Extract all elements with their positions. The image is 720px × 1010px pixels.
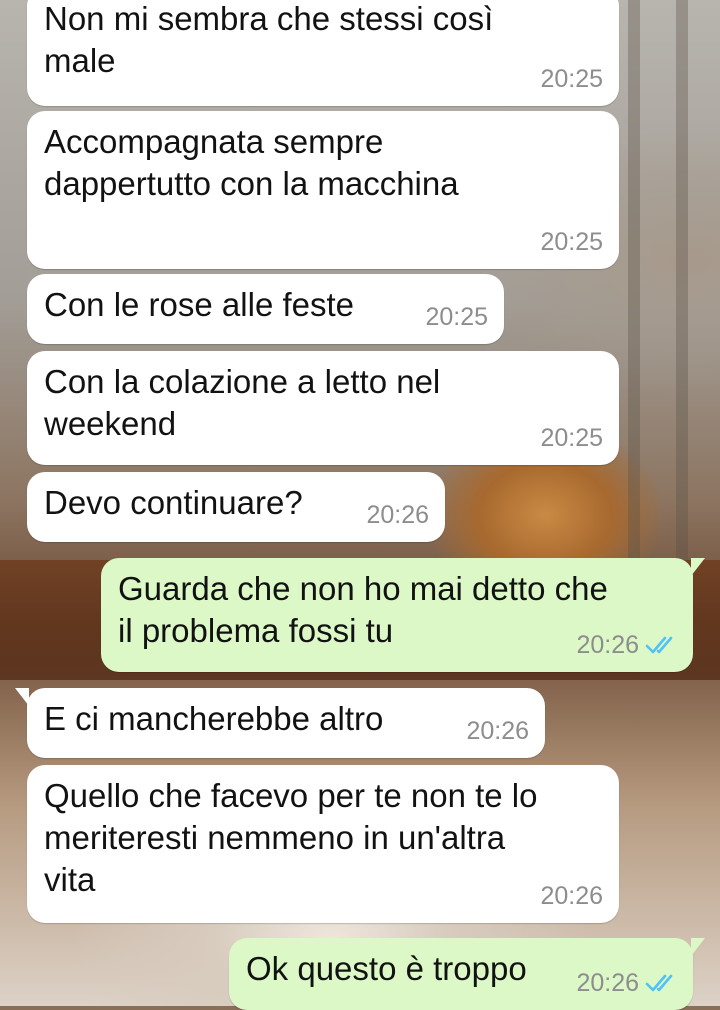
message-meta: 20:26: [366, 494, 429, 536]
double-check-icon: [645, 974, 673, 992]
message-timestamp: 20:25: [540, 65, 603, 93]
wallpaper-stripe: [676, 0, 688, 560]
double-check-icon: [645, 636, 673, 654]
message-text: dappertutto con la macchina: [44, 165, 459, 202]
message-text: Accompagnata sempre: [44, 123, 384, 160]
bubble-tail: [691, 938, 705, 956]
message-meta: 20:25: [540, 58, 603, 100]
message-timestamp: 20:26: [576, 631, 639, 659]
message-text: Guarda che non ho mai detto che: [118, 570, 608, 607]
message-timestamp: 20:25: [425, 303, 488, 331]
message-text: E ci mancherebbe altro: [44, 700, 384, 737]
message-text: Con la colazione a letto nel: [44, 363, 441, 400]
message-meta: 20:25: [425, 296, 488, 338]
message-text: weekend: [44, 405, 177, 442]
message-meta: 20:26: [540, 875, 603, 917]
message-meta: 20:26: [576, 962, 677, 1004]
message-bubble-incoming[interactable]: Non mi sembra che stessi così male 20:25: [27, 0, 619, 106]
message-text: male: [44, 42, 116, 79]
message-bubble-incoming[interactable]: Accompagnata sempre dappertutto con la m…: [27, 111, 619, 269]
message-text: Con le rose alle feste: [44, 286, 355, 323]
wallpaper-stripe: [628, 0, 640, 560]
message-text: Non mi sembra che stessi così: [44, 0, 494, 37]
message-timestamp: 20:25: [540, 228, 603, 256]
message-text: Quello che facevo per te non te lo: [44, 777, 538, 814]
bubble-tail: [15, 688, 29, 706]
message-timestamp: 20:26: [466, 717, 529, 745]
message-meta: 20:25: [540, 221, 603, 263]
message-bubble-incoming[interactable]: Con la colazione a letto nel weekend 20:…: [27, 351, 619, 465]
bubble-tail: [691, 558, 705, 576]
message-bubble-incoming[interactable]: Quello che facevo per te non te lo merit…: [27, 765, 619, 923]
message-bubble-incoming[interactable]: Devo continuare? 20:26: [27, 472, 445, 542]
message-bubble-incoming[interactable]: E ci mancherebbe altro 20:26: [15, 688, 545, 758]
message-timestamp: 20:26: [576, 969, 639, 997]
message-bubble-outgoing[interactable]: Guarda che non ho mai detto che il probl…: [101, 558, 705, 672]
message-text: meriteresti nemmeno in un'altra: [44, 819, 506, 856]
message-meta: 20:25: [540, 417, 603, 459]
message-meta: 20:26: [466, 710, 529, 752]
message-bubble-outgoing[interactable]: Ok questo è troppo 20:26: [229, 938, 705, 1010]
message-text: vita: [44, 861, 96, 898]
message-timestamp: 20:25: [540, 424, 603, 452]
message-timestamp: 20:26: [366, 501, 429, 529]
message-meta: 20:26: [576, 624, 677, 666]
message-timestamp: 20:26: [540, 882, 603, 910]
message-bubble-incoming[interactable]: Con le rose alle feste 20:25: [27, 274, 504, 344]
